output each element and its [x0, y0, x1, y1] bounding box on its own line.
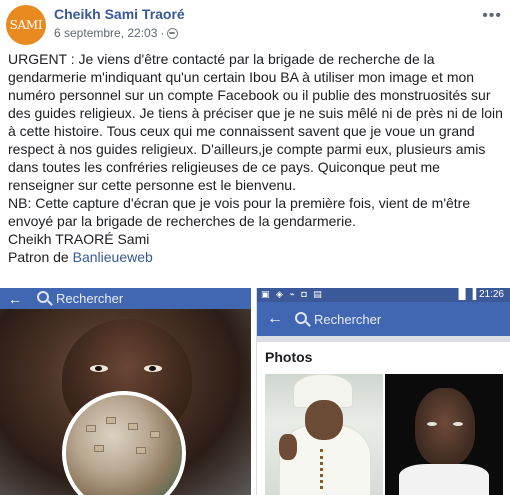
meta-separator: · [160, 26, 165, 40]
author-name[interactable]: Cheikh Sami Traoré [54, 6, 185, 22]
search-icon[interactable] [37, 291, 49, 303]
attached-image-right[interactable]: ▣ ◈ ⌁ ◘ ▤ ▐▌▐ 21:26 ← Rechercher Photos [256, 288, 510, 495]
photos-section-title: Photos [265, 349, 313, 365]
city-building [106, 417, 116, 424]
post-paragraph-nb: NB: Cette capture d'écran que je vois po… [8, 195, 471, 229]
right-search-placeholder[interactable]: Rechercher [314, 312, 381, 327]
post-body: URGENT : Je viens d'être contacté par la… [8, 50, 504, 266]
post-signature-name: Cheikh TRAORÉ Sami [8, 231, 150, 247]
attached-image-left[interactable]: ← Rechercher [0, 288, 251, 495]
photo1-beads [320, 449, 334, 489]
status-icons: ▣ ◈ ⌁ ◘ ▤ [261, 289, 324, 299]
back-arrow-icon[interactable]: ← [8, 291, 22, 307]
post-header: SAMI Cheikh Sami Traoré 6 septembre, 22:… [6, 5, 504, 45]
city-building [136, 447, 146, 454]
status-time: ▐▌▐ 21:26 [454, 289, 504, 300]
search-icon[interactable] [295, 312, 307, 324]
banlieueweb-link[interactable]: Banlieueweb [73, 249, 153, 265]
cover-eye-left [90, 365, 108, 372]
photo2-face [415, 388, 475, 466]
photo2-eye-right [453, 422, 463, 426]
post-paragraph-urgent: URGENT : Je viens d'être contacté par la… [8, 51, 503, 193]
globe-icon[interactable] [167, 27, 179, 39]
phone-status-bar: ▣ ◈ ⌁ ◘ ▤ ▐▌▐ 21:26 [257, 288, 510, 302]
post-signature-line: Patron de Banlieueweb [8, 248, 504, 266]
right-search-bar: ← Rechercher [257, 302, 510, 336]
section-divider [257, 336, 510, 342]
photo-religious-leader[interactable] [265, 374, 383, 495]
ellipsis-icon[interactable]: ••• [482, 7, 502, 25]
signature-prefix: Patron de [8, 249, 73, 265]
back-arrow-icon[interactable]: ← [267, 310, 283, 328]
author-avatar[interactable]: SAMI [6, 5, 46, 45]
cover-eye-right [144, 365, 162, 372]
photo2-eye-left [427, 422, 437, 426]
city-building [150, 431, 160, 438]
left-search-bar: ← Rechercher [0, 288, 251, 309]
post-meta: 6 septembre, 22:03 · [54, 26, 179, 40]
city-building [94, 445, 104, 452]
photo1-face [305, 400, 343, 440]
photo2-shirt [399, 464, 489, 495]
left-search-placeholder[interactable]: Rechercher [56, 291, 123, 306]
city-building [86, 425, 96, 432]
photo1-hand [279, 434, 297, 460]
post-timestamp[interactable]: 6 septembre, 22:03 [54, 26, 157, 40]
city-building [128, 423, 138, 430]
photo-young-man[interactable] [385, 374, 503, 495]
